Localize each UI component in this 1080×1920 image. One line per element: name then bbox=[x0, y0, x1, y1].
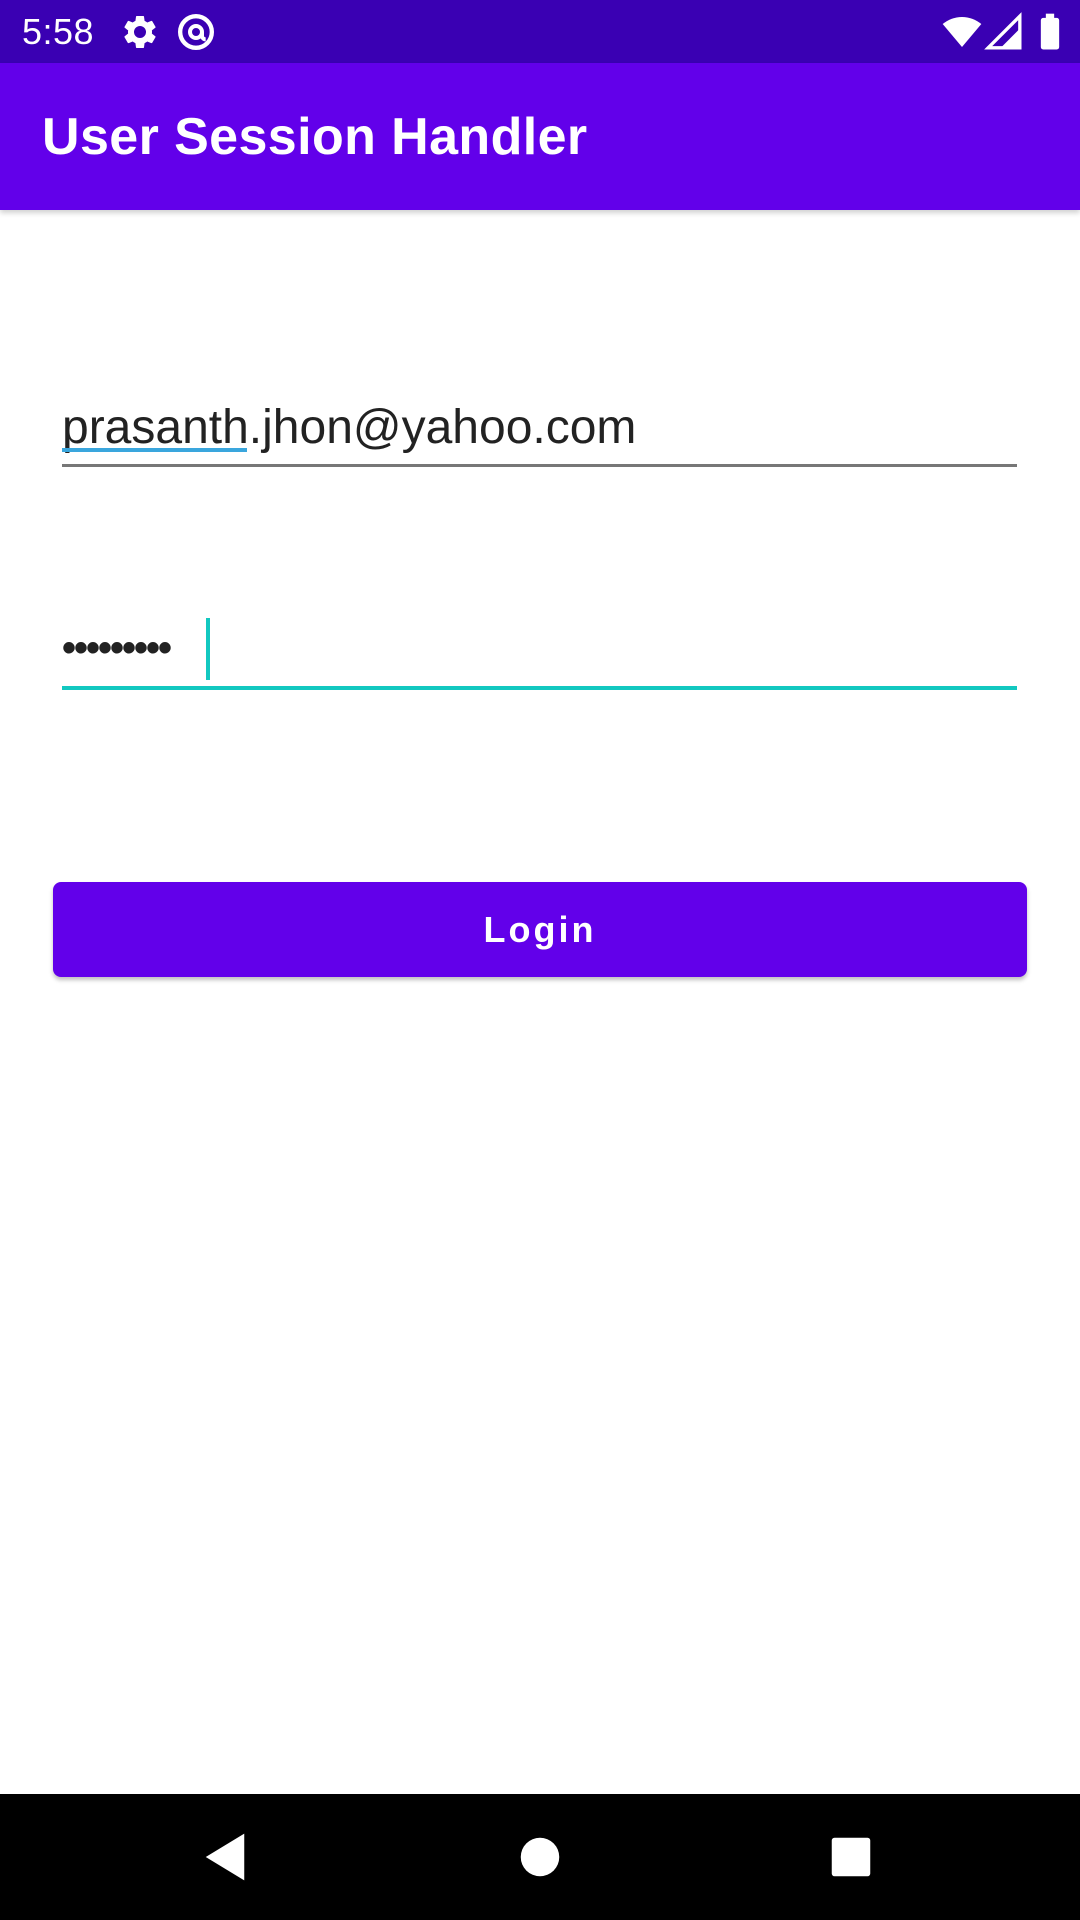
email-field[interactable]: prasanth.jhon@yahoo.com bbox=[62, 392, 1017, 467]
app-title: User Session Handler bbox=[42, 108, 588, 166]
app-bar: User Session Handler bbox=[0, 63, 1080, 210]
status-time: 5:58 bbox=[22, 11, 95, 52]
spellcheck-underline bbox=[62, 448, 247, 452]
password-underline bbox=[62, 686, 1017, 690]
back-icon[interactable] bbox=[192, 1824, 258, 1890]
status-bar: 5:58 bbox=[0, 0, 1080, 63]
text-cursor bbox=[206, 618, 210, 680]
home-icon[interactable] bbox=[507, 1824, 573, 1890]
navigation-bar bbox=[0, 1794, 1080, 1920]
gear-icon bbox=[124, 15, 156, 48]
at-sign-icon bbox=[178, 14, 214, 50]
battery-icon bbox=[1040, 13, 1060, 50]
login-button[interactable]: Login bbox=[53, 882, 1027, 977]
recents-icon[interactable] bbox=[818, 1824, 884, 1890]
password-field[interactable]: ••••••••• bbox=[62, 610, 1017, 690]
signal-icon bbox=[984, 12, 1022, 50]
wifi-icon bbox=[942, 17, 982, 47]
password-value: ••••••••• bbox=[62, 626, 172, 670]
email-underline bbox=[62, 464, 1017, 467]
